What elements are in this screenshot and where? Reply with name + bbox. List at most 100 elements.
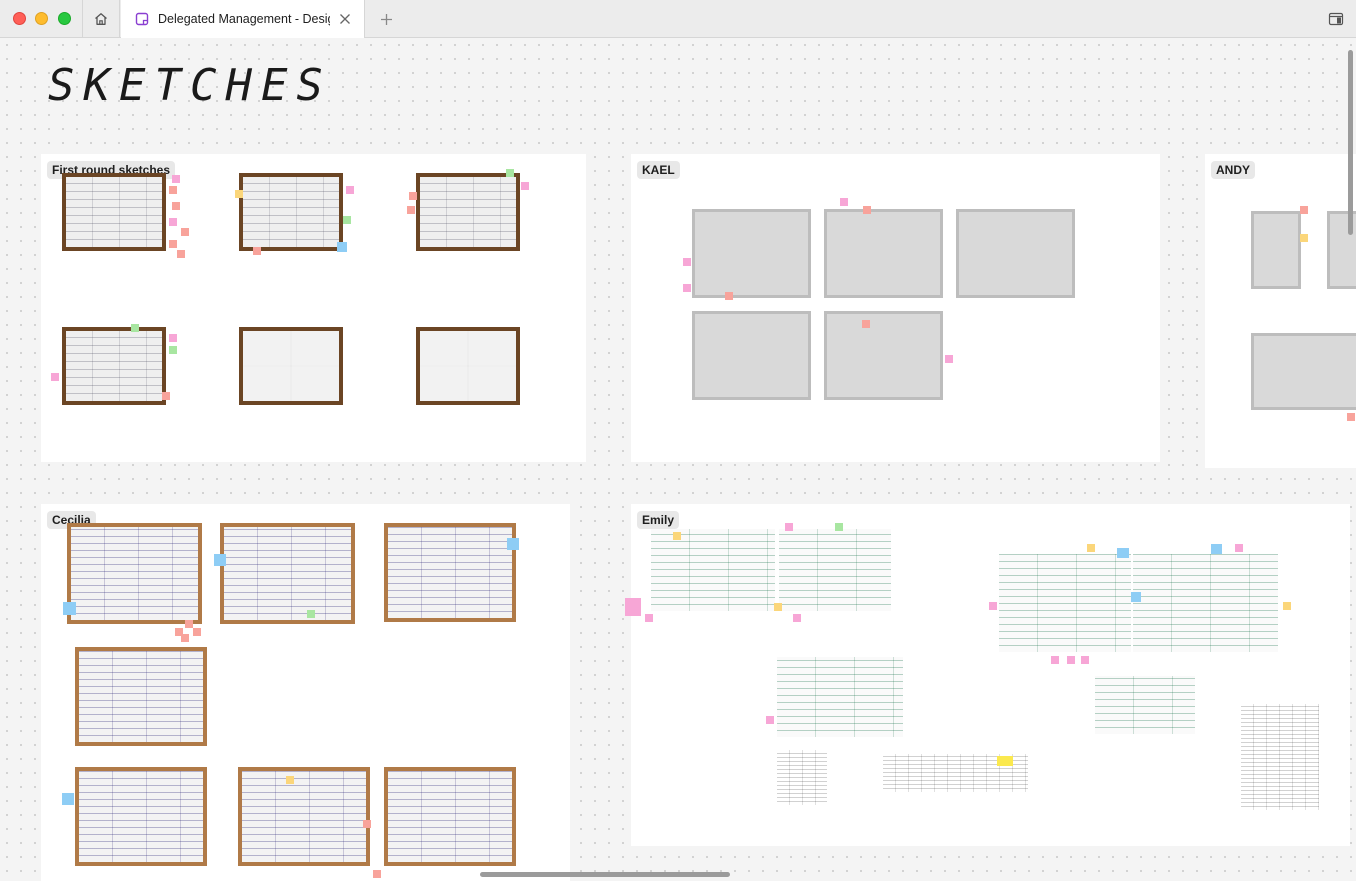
sticky-note[interactable] — [337, 242, 347, 252]
document-tab[interactable]: Delegated Management - Design — [121, 0, 365, 38]
sketch-image[interactable] — [1251, 211, 1301, 289]
home-button[interactable] — [82, 0, 120, 38]
window-close-button[interactable] — [13, 12, 26, 25]
sketch-image[interactable] — [220, 523, 355, 624]
sticky-note[interactable] — [673, 532, 681, 540]
sticky-note[interactable] — [346, 186, 354, 194]
sticky-note[interactable] — [1211, 544, 1222, 554]
sticky-note[interactable] — [1235, 544, 1243, 552]
sticky-note[interactable] — [169, 240, 177, 248]
sticky-note[interactable] — [725, 292, 733, 300]
sticky-note[interactable] — [162, 392, 170, 400]
close-icon[interactable] — [338, 12, 352, 26]
sketch-image[interactable] — [384, 523, 516, 622]
sticky-note[interactable] — [177, 250, 185, 258]
sketch-image[interactable] — [384, 767, 516, 866]
sticky-note[interactable] — [407, 206, 415, 214]
sticky-note[interactable] — [235, 190, 243, 198]
sticky-note[interactable] — [343, 216, 351, 224]
sticky-note[interactable] — [193, 628, 201, 636]
sketch-image[interactable] — [239, 173, 343, 251]
sticky-note[interactable] — [1300, 206, 1308, 214]
sticky-note[interactable] — [1283, 602, 1291, 610]
sticky-note[interactable] — [506, 169, 514, 177]
sticky-note[interactable] — [989, 602, 997, 610]
sticky-note[interactable] — [683, 284, 691, 292]
sketch-image[interactable] — [1241, 704, 1319, 810]
sticky-note[interactable] — [774, 603, 782, 611]
sticky-note[interactable] — [169, 346, 177, 354]
sticky-note[interactable] — [169, 218, 177, 226]
sketch-image[interactable] — [75, 647, 207, 746]
sketch-image[interactable] — [1251, 333, 1356, 410]
section-label-kael[interactable]: KAEL — [637, 161, 680, 179]
section-cecilia[interactable]: Cecilia — [41, 504, 570, 881]
sticky-note[interactable] — [785, 523, 793, 531]
sketch-image[interactable] — [651, 529, 775, 611]
sticky-note[interactable] — [185, 620, 193, 628]
sketch-image[interactable] — [1133, 554, 1278, 652]
sketch-image[interactable] — [75, 767, 207, 866]
sketch-image[interactable] — [239, 327, 343, 405]
sketch-image[interactable] — [999, 554, 1131, 652]
sticky-note[interactable] — [62, 793, 74, 805]
sticky-note[interactable] — [683, 258, 691, 266]
sketch-image[interactable] — [692, 311, 811, 400]
sketch-image[interactable] — [62, 327, 166, 405]
whiteboard-canvas[interactable]: SKETCHES First round sketches KAEL ANDY … — [0, 38, 1356, 881]
sticky-note[interactable] — [409, 192, 417, 200]
sticky-note[interactable] — [373, 870, 381, 878]
sticky-note[interactable] — [862, 320, 870, 328]
vertical-scrollbar[interactable] — [1348, 50, 1353, 235]
new-tab-button[interactable] — [376, 9, 396, 29]
sticky-note[interactable] — [253, 247, 261, 255]
sketch-image[interactable] — [956, 209, 1075, 298]
sketch-image[interactable] — [824, 311, 943, 400]
sticky-note[interactable] — [1300, 234, 1308, 242]
sketch-image[interactable] — [824, 209, 943, 298]
sketch-image[interactable] — [67, 523, 202, 624]
sticky-note[interactable] — [172, 175, 180, 183]
sketch-image[interactable] — [416, 327, 520, 405]
sticky-note[interactable] — [945, 355, 953, 363]
sticky-note[interactable] — [766, 716, 774, 724]
sketch-image[interactable] — [777, 750, 827, 805]
sticky-note[interactable] — [169, 334, 177, 342]
section-emily[interactable]: Emily — [625, 504, 1350, 846]
sticky-note[interactable] — [181, 228, 189, 236]
sticky-note[interactable] — [169, 186, 177, 194]
sticky-note[interactable] — [863, 206, 871, 214]
sticky-note[interactable] — [793, 614, 801, 622]
sketch-image[interactable] — [692, 209, 811, 298]
sticky-note[interactable] — [1347, 413, 1355, 421]
sticky-note[interactable] — [507, 538, 519, 550]
horizontal-scrollbar[interactable] — [480, 872, 730, 877]
sticky-note[interactable] — [181, 634, 189, 642]
section-andy[interactable]: ANDY — [1205, 154, 1356, 468]
sticky-note[interactable] — [1051, 656, 1059, 664]
sketch-image[interactable] — [779, 529, 891, 611]
sticky-note[interactable] — [625, 598, 641, 616]
sticky-note[interactable] — [51, 373, 59, 381]
sketch-image[interactable] — [777, 657, 903, 737]
sticky-note[interactable] — [286, 776, 294, 784]
sticky-note[interactable] — [1081, 656, 1089, 664]
sticky-note[interactable] — [1117, 548, 1129, 558]
sticky-note[interactable] — [835, 523, 843, 531]
window-minimize-button[interactable] — [35, 12, 48, 25]
sketch-image[interactable] — [416, 173, 520, 251]
sketch-image[interactable] — [238, 767, 370, 866]
sketch-image[interactable] — [1095, 676, 1195, 734]
sticky-note[interactable] — [307, 610, 315, 618]
sticky-note[interactable] — [521, 182, 529, 190]
sticky-note[interactable] — [214, 554, 226, 566]
section-label-andy[interactable]: ANDY — [1211, 161, 1256, 179]
section-first-round[interactable]: First round sketches — [41, 154, 586, 462]
section-label-emily[interactable]: Emily — [637, 511, 680, 529]
section-kael[interactable]: KAEL — [631, 154, 1160, 462]
sticky-note[interactable] — [1087, 544, 1095, 552]
sticky-note[interactable] — [363, 820, 371, 828]
sticky-note[interactable] — [1131, 592, 1141, 602]
sticky-note[interactable] — [131, 324, 139, 332]
window-maximize-button[interactable] — [58, 12, 71, 25]
